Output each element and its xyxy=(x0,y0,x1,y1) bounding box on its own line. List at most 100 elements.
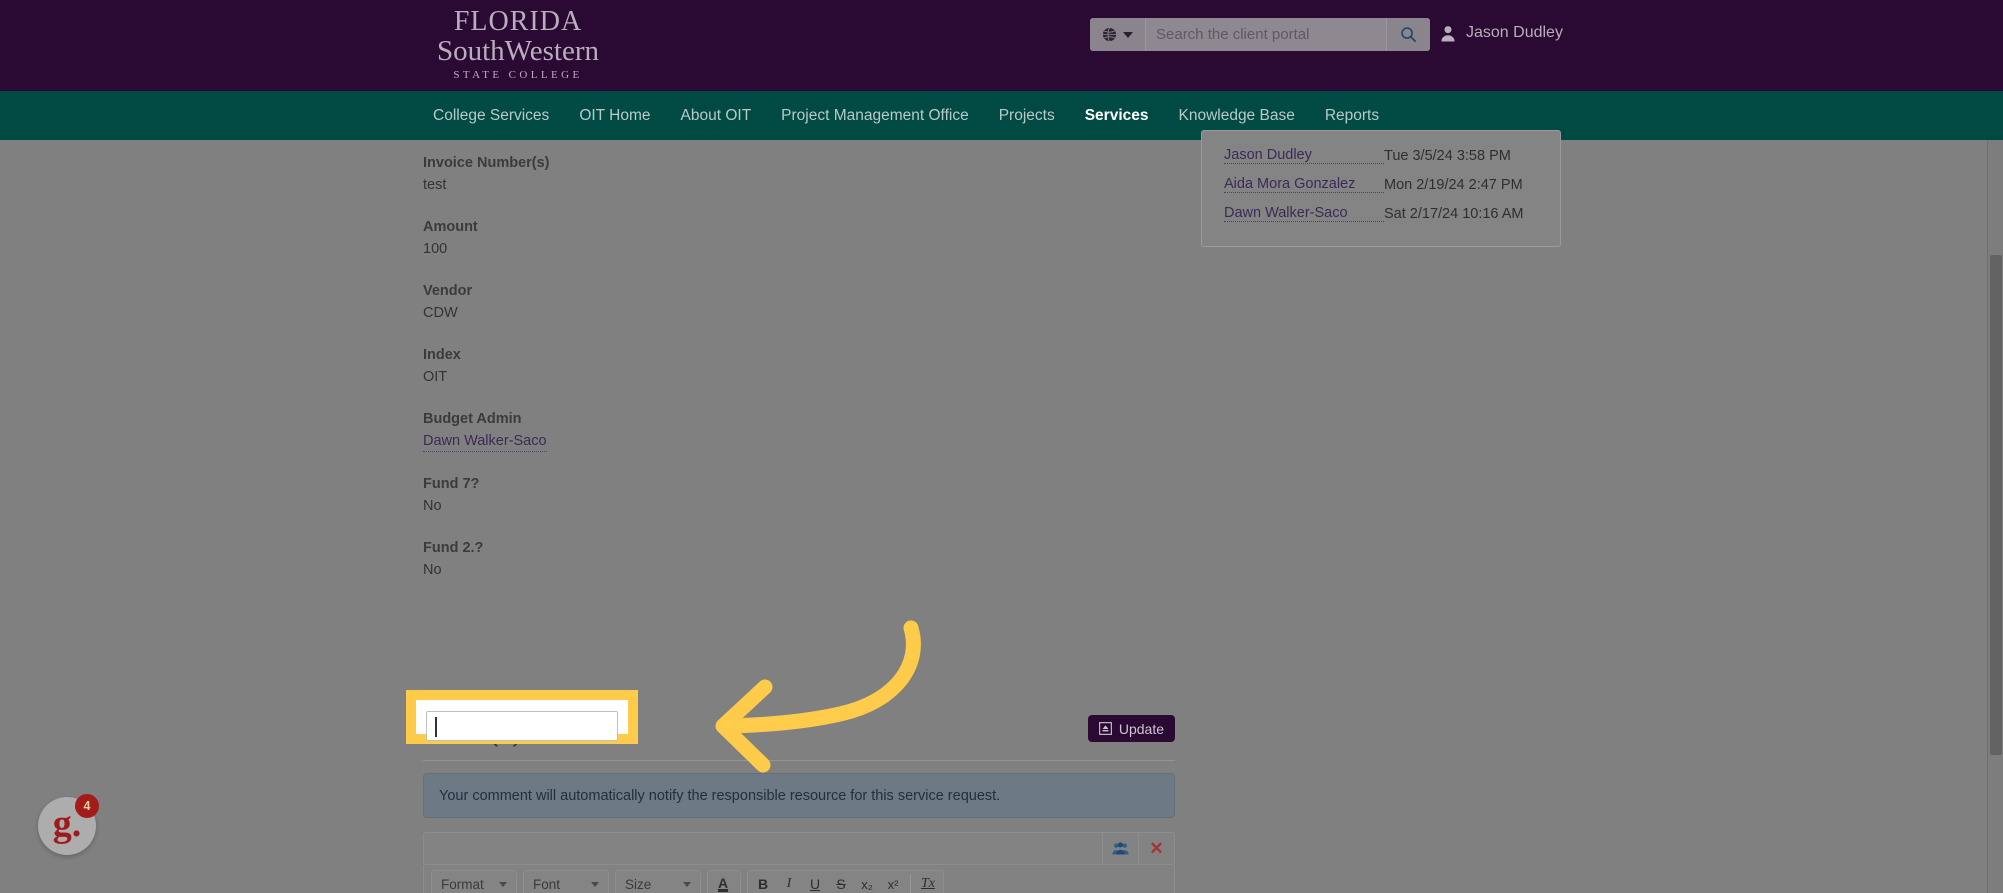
activity-person-link[interactable]: Dawn Walker-Saco xyxy=(1224,205,1384,222)
size-dropdown-label: Size xyxy=(625,876,652,892)
chat-widget-button[interactable]: g. 4 xyxy=(38,794,99,855)
detail-field: Invoice Number(s) test xyxy=(423,153,843,195)
close-x-icon: ✕ xyxy=(1149,839,1164,858)
chevron-down-icon xyxy=(1123,31,1133,38)
rich-text-editor: Format Font Size A B I U S x₂ x² Tx xyxy=(423,865,1175,893)
annotation-highlight-box xyxy=(406,690,638,744)
globe-icon xyxy=(1102,27,1117,42)
comment-recipients-input[interactable] xyxy=(424,833,1102,864)
remove-format-icon[interactable]: Tx xyxy=(916,873,940,893)
underline-icon[interactable]: U xyxy=(803,873,827,893)
page-scrollbar[interactable] xyxy=(1987,140,2003,893)
activity-row: Jason Dudley Tue 3/5/24 3:58 PM xyxy=(1202,141,1560,170)
primary-nav: College Services OIT Home About OIT Project… xyxy=(0,91,2003,140)
nav-item-services[interactable]: Services xyxy=(1070,91,1164,140)
italic-icon[interactable]: I xyxy=(777,873,801,893)
search-submit-button[interactable] xyxy=(1386,18,1430,51)
detail-field-value: OIT xyxy=(423,369,448,385)
detail-field-label: Fund 7? xyxy=(423,476,480,492)
detail-field: Budget Admin Dawn Walker-Saco xyxy=(423,409,843,452)
toolbar-divider xyxy=(910,875,911,893)
add-recipients-button[interactable] xyxy=(1102,833,1138,864)
text-caret xyxy=(435,717,437,737)
chevron-down-icon xyxy=(591,881,599,887)
clear-recipients-button[interactable]: ✕ xyxy=(1138,833,1174,864)
detail-field-link[interactable]: Dawn Walker-Saco xyxy=(423,431,547,452)
detail-field: Vendor CDW xyxy=(423,281,843,323)
activity-date: Tue 3/5/24 3:58 PM xyxy=(1384,147,1511,164)
detail-field-value: CDW xyxy=(423,305,458,321)
nav-item-project-management-office[interactable]: Project Management Office xyxy=(766,91,984,140)
detail-field-label: Invoice Number(s) xyxy=(423,155,550,171)
feed-info-alert-text: Your comment will automatically notify t… xyxy=(439,787,1001,804)
detail-field-value: test xyxy=(423,177,447,193)
detail-field-label: Index xyxy=(423,347,461,363)
nav-item-oit-home[interactable]: OIT Home xyxy=(564,91,665,140)
editor-font-group: Font xyxy=(523,870,609,893)
activity-row: Dawn Walker-Saco Sat 2/17/24 10:16 AM xyxy=(1202,199,1560,228)
fsw-logo[interactable]: FLORIDA SouthWestern STATE COLLEGE xyxy=(418,8,618,81)
activity-person-link[interactable]: Aida Mora Gonzalez xyxy=(1224,176,1384,193)
logo-line-florida: FLORIDA xyxy=(453,6,583,37)
ticket-detail-fields: Invoice Number(s) test Amount 100 Vendor CDW I… xyxy=(423,153,843,602)
chevron-down-icon xyxy=(499,881,507,887)
search-input[interactable] xyxy=(1146,18,1386,51)
activity-person-link[interactable]: Jason Dudley xyxy=(1224,147,1384,164)
nav-item-college-services[interactable]: College Services xyxy=(418,91,564,140)
nav-item-projects[interactable]: Projects xyxy=(984,91,1070,140)
detail-field-label: Amount xyxy=(423,219,478,235)
annotation-highlighted-input[interactable] xyxy=(426,711,618,741)
font-dropdown[interactable]: Font xyxy=(527,873,605,893)
detail-field-label: Vendor xyxy=(423,283,473,299)
size-dropdown[interactable]: Size xyxy=(619,873,697,893)
detail-field: Index OIT xyxy=(423,345,843,387)
user-icon xyxy=(1441,25,1455,41)
text-color-glyph: A xyxy=(717,875,729,892)
format-dropdown[interactable]: Format xyxy=(435,873,513,893)
recent-activity-card: Jason Dudley Tue 3/5/24 3:58 PM Aida Mora … xyxy=(1201,130,1561,247)
detail-field-label: Fund 2.? xyxy=(423,540,484,556)
strikethrough-icon[interactable]: S xyxy=(829,873,853,893)
user-menu[interactable]: Jason Dudley xyxy=(1440,24,1563,42)
editor-style-group: B I U S x₂ x² Tx xyxy=(747,870,944,893)
nav-item-about-oit[interactable]: About OIT xyxy=(666,91,767,140)
chat-widget-badge: 4 xyxy=(75,794,99,818)
detail-field-label: Budget Admin xyxy=(423,411,522,427)
scrollbar-thumb[interactable] xyxy=(1990,255,2002,755)
update-box-icon xyxy=(1098,722,1112,735)
editor-format-group: Format xyxy=(431,870,517,893)
user-name-label: Jason Dudley xyxy=(1466,24,1563,41)
detail-field: Fund 2.? No xyxy=(423,538,843,580)
editor-size-group: Size xyxy=(615,870,701,893)
comment-recipients-row: ✕ xyxy=(423,832,1175,865)
detail-field-value: No xyxy=(423,562,442,578)
format-dropdown-label: Format xyxy=(441,876,484,892)
editor-color-group: A xyxy=(707,870,741,893)
text-color-icon[interactable]: A xyxy=(711,873,735,893)
activity-date: Mon 2/19/24 2:47 PM xyxy=(1384,176,1523,193)
update-button[interactable]: Update xyxy=(1087,715,1175,742)
font-dropdown-label: Font xyxy=(533,876,561,892)
logo-line-state-college: STATE COLLEGE xyxy=(453,69,583,81)
feed-info-alert: Your comment will automatically notify t… xyxy=(423,773,1175,818)
search-icon xyxy=(1401,27,1417,43)
activity-date: Sat 2/17/24 10:16 AM xyxy=(1384,205,1524,222)
detail-field: Fund 7? No xyxy=(423,474,843,516)
bold-icon[interactable]: B xyxy=(751,873,775,893)
search-scope-dropdown[interactable] xyxy=(1090,18,1146,51)
page-root: FLORIDA SouthWestern STATE COLLEGE Searc… xyxy=(0,0,2003,893)
editor-toolbar-row-1: Format Font Size A B I U S x₂ x² Tx xyxy=(424,865,1174,893)
people-group-icon xyxy=(1112,842,1129,855)
detail-field: Amount 100 xyxy=(423,217,843,259)
detail-field-value: 100 xyxy=(423,241,448,257)
activity-row: Aida Mora Gonzalez Mon 2/19/24 2:47 PM xyxy=(1202,170,1560,199)
detail-field-value: No xyxy=(423,498,442,514)
update-button-label: Update xyxy=(1118,720,1164,737)
chevron-down-icon xyxy=(683,881,691,887)
subscript-icon[interactable]: x₂ xyxy=(855,873,879,893)
page-body: Invoice Number(s) test Amount 100 Vendor CDW I… xyxy=(0,130,2003,893)
superscript-icon[interactable]: x² xyxy=(881,873,905,893)
header-search xyxy=(1090,18,1430,51)
logo-line-southwestern: SouthWestern xyxy=(437,35,599,67)
site-header: FLORIDA SouthWestern STATE COLLEGE Searc… xyxy=(0,0,2003,91)
